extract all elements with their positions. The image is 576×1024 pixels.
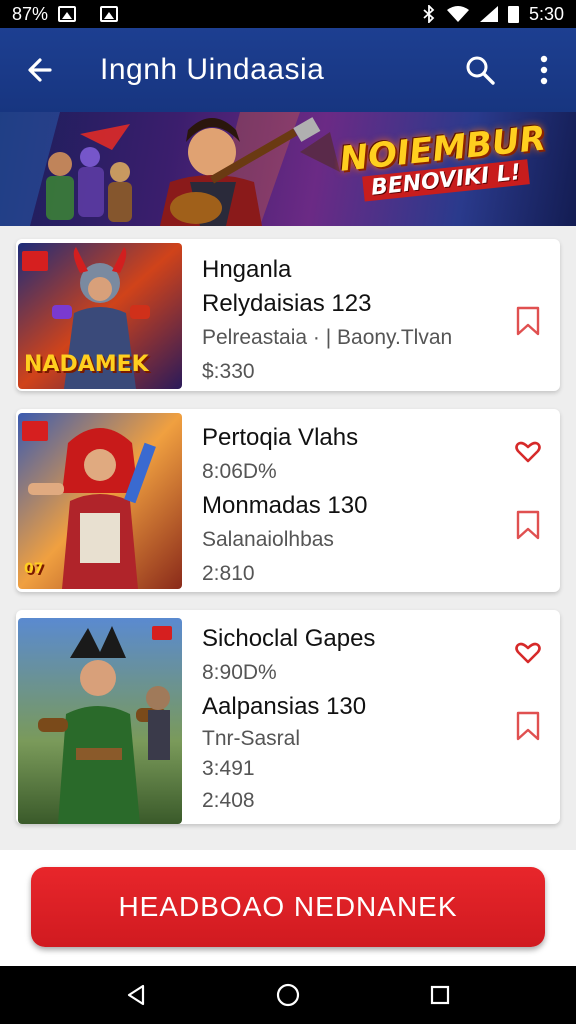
item-meta: Salanaiolhbas — [202, 528, 334, 551]
heart-icon — [515, 441, 541, 463]
item-info: Sichoclal Gapes 8:90D% Aalpansias 130 Tn… — [202, 622, 500, 818]
recents-square-icon — [430, 985, 450, 1005]
thumbnail-logo: 07 — [24, 561, 44, 577]
overflow-menu-button[interactable] — [512, 28, 576, 112]
item-meta: 8:90D% — [202, 661, 277, 684]
thumbnail-badge — [152, 626, 172, 640]
status-bar: 87% 5:30 — [0, 0, 576, 28]
favorite-button[interactable] — [512, 637, 544, 669]
list-item[interactable]: NADAMEK Hnganla Relydaisias 123 Pelreast… — [16, 239, 560, 391]
signal-icon — [479, 6, 498, 22]
search-icon — [466, 56, 495, 85]
item-title: Pertoqia Vlahs — [202, 424, 359, 451]
battery-percent: 87% — [12, 3, 49, 24]
nav-back-button[interactable] — [112, 971, 160, 1019]
game-thumbnail: 07 — [18, 413, 182, 589]
bookmark-icon — [516, 306, 540, 336]
thumbnail-badge — [22, 251, 48, 271]
item-subtitle: Relydaisias 123 — [202, 290, 372, 317]
nav-recents-button[interactable] — [416, 971, 464, 1019]
thumbnail-art — [18, 618, 182, 824]
item-info: Hnganla Relydaisias 123 Pelreastaia · | … — [202, 253, 500, 389]
promo-banner[interactable]: NOIEMBUR BENOVIKI L! — [0, 112, 576, 226]
list-item[interactable]: Sichoclal Gapes 8:90D% Aalpansias 130 Tn… — [16, 610, 560, 824]
item-meta: 8:06D% — [202, 460, 277, 483]
item-meta: 3:491 — [202, 757, 255, 780]
bookmark-icon — [516, 510, 540, 540]
primary-action-button[interactable]: HEADBOAO NEDNANEK — [31, 867, 545, 947]
clock: 5:30 — [528, 3, 564, 24]
item-subtitle: Aalpansias 130 — [202, 693, 367, 720]
bluetooth-icon — [423, 5, 435, 23]
image-icon — [58, 6, 77, 22]
thumbnail-logo: NADAMEK — [24, 352, 149, 377]
battery-icon — [507, 5, 519, 23]
bookmark-button[interactable] — [512, 710, 544, 742]
heart-icon — [515, 642, 541, 664]
search-button[interactable] — [448, 28, 512, 112]
list-item[interactable]: 07 Pertoqia Vlahs 8:06D% Monmadas 130 Sa… — [16, 409, 560, 592]
bookmark-icon — [516, 711, 540, 741]
item-price: 2:408 — [202, 789, 255, 812]
thumbnail-badge — [22, 421, 48, 441]
page-title: Ingnh Uindaasia — [100, 53, 325, 86]
nav-home-button[interactable] — [264, 971, 312, 1019]
image-icon — [100, 6, 119, 22]
bookmark-button[interactable] — [512, 305, 544, 337]
wifi-icon — [446, 6, 469, 22]
item-price: 2:810 — [202, 562, 255, 585]
back-button[interactable] — [0, 28, 80, 112]
favorite-button[interactable] — [512, 436, 544, 468]
item-meta: Pelreastaia · | Baony.Tlvan — [202, 326, 453, 349]
home-circle-icon — [276, 983, 300, 1007]
bookmark-button[interactable] — [512, 509, 544, 541]
item-info: Pertoqia Vlahs 8:06D% Monmadas 130 Salan… — [202, 421, 500, 591]
item-meta: Tnr-Sasral — [202, 727, 301, 750]
app-bar-actions — [448, 28, 576, 112]
item-price: $:330 — [202, 360, 255, 383]
status-left: 87% — [12, 3, 119, 25]
app-bar: Ingnh Uindaasia — [0, 28, 576, 112]
game-thumbnail — [18, 618, 182, 824]
arrow-left-icon — [28, 58, 52, 82]
system-nav-bar — [0, 966, 576, 1024]
item-title: Hnganla — [202, 256, 292, 283]
more-vert-icon — [540, 55, 548, 85]
status-right: 5:30 — [422, 4, 564, 25]
game-list: NADAMEK Hnganla Relydaisias 123 Pelreast… — [0, 226, 576, 850]
item-title: Sichoclal Gapes — [202, 625, 376, 652]
item-subtitle: Monmadas 130 — [202, 492, 368, 519]
footer: HEADBOAO NEDNANEK — [0, 850, 576, 966]
game-thumbnail: NADAMEK — [18, 243, 182, 389]
back-triangle-icon — [127, 984, 145, 1006]
